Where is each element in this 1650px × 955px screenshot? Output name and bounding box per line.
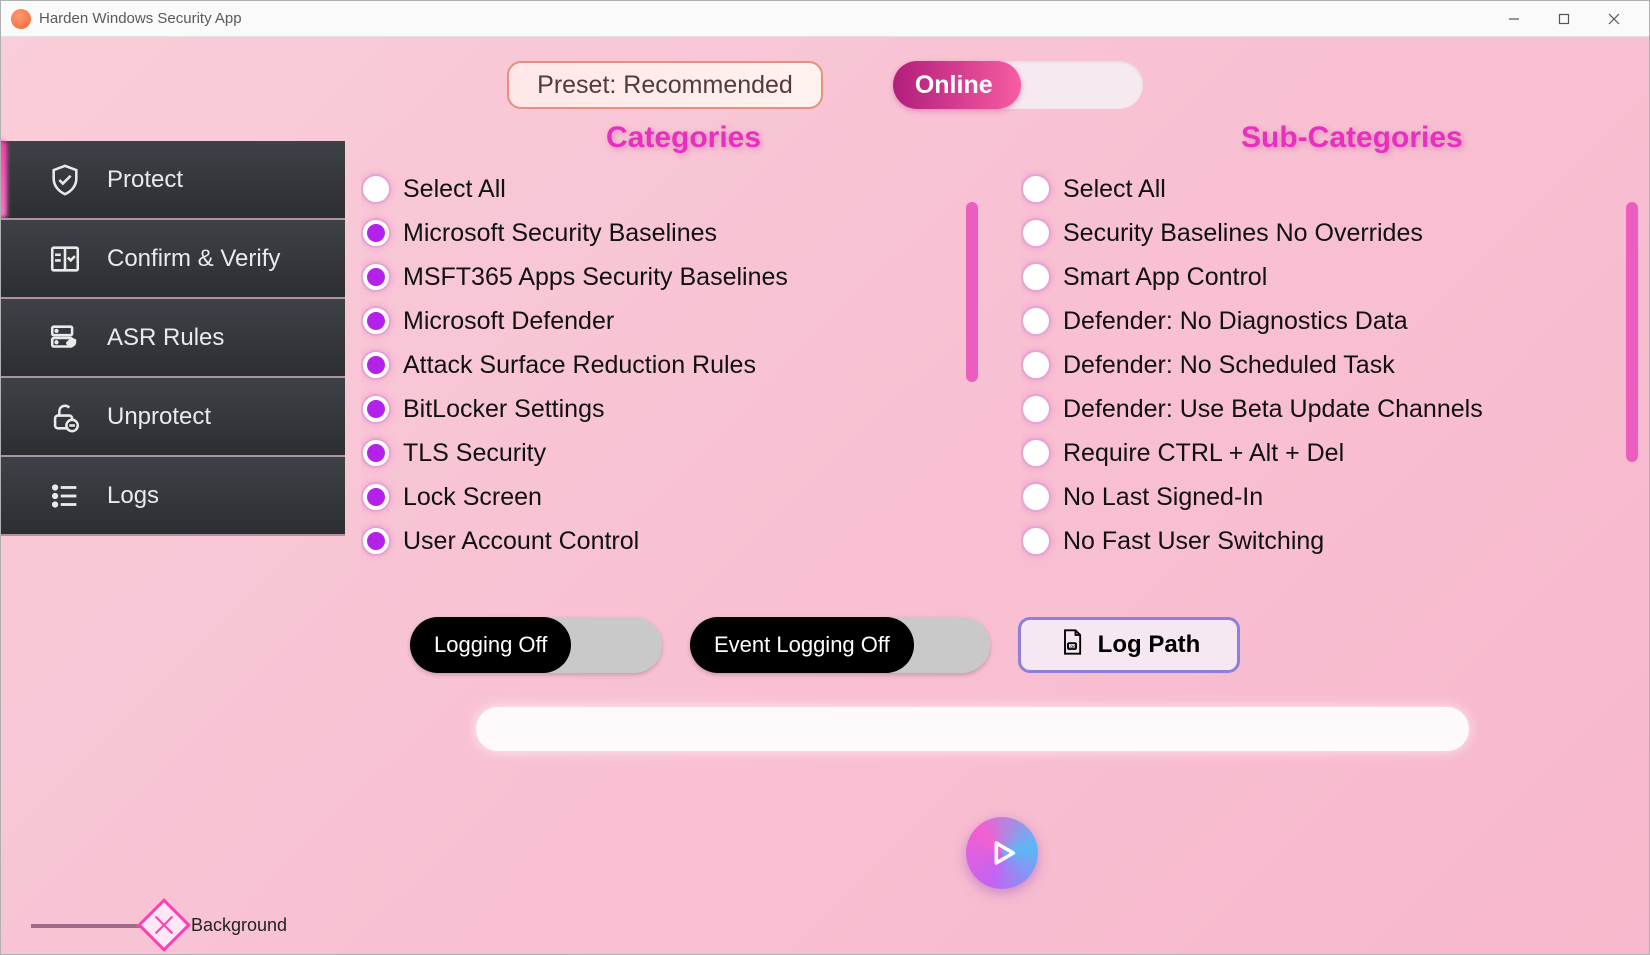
sidebar-item-label: ASR Rules <box>107 324 224 352</box>
radio-icon[interactable] <box>1021 262 1051 292</box>
category-item[interactable]: Attack Surface Reduction Rules <box>361 343 981 387</box>
subcategory-item-label: Defender: No Scheduled Task <box>1063 351 1395 380</box>
subcategory-item[interactable]: Security Baselines No Overrides <box>1021 211 1601 255</box>
subcategories-heading: Sub-Categories <box>1241 121 1463 155</box>
log-file-icon: LOG <box>1058 628 1086 663</box>
radio-icon[interactable] <box>1021 306 1051 336</box>
sidebar: Protect Confirm & Verify ASR Rules Unpro… <box>1 141 345 536</box>
subcategory-item-label: Defender: Use Beta Update Channels <box>1063 395 1483 424</box>
radio-icon[interactable] <box>361 482 391 512</box>
category-item[interactable]: Select All <box>361 167 981 211</box>
progress-bar <box>476 707 1469 751</box>
radio-icon[interactable] <box>361 306 391 336</box>
book-check-icon <box>45 242 85 276</box>
app-icon <box>11 9 31 29</box>
sidebar-item-protect[interactable]: Protect <box>1 141 345 220</box>
log-path-button[interactable]: LOG Log Path <box>1018 617 1240 673</box>
category-item-label: Select All <box>403 175 506 204</box>
sidebar-item-label: Confirm & Verify <box>107 245 280 273</box>
svg-text:LOG: LOG <box>1068 644 1076 648</box>
event-logging-toggle-thumb: Event Logging Off <box>690 617 914 673</box>
category-item[interactable]: MSFT365 Apps Security Baselines <box>361 255 981 299</box>
radio-icon[interactable] <box>361 350 391 380</box>
radio-icon[interactable] <box>361 394 391 424</box>
category-item-label: Attack Surface Reduction Rules <box>403 351 756 380</box>
subcategory-item-label: Require CTRL + Alt + Del <box>1063 439 1344 468</box>
sidebar-item-confirm[interactable]: Confirm & Verify <box>1 220 345 299</box>
subcategory-item[interactable]: Defender: Use Beta Update Channels <box>1021 387 1601 431</box>
subcategory-item-label: Select All <box>1063 175 1166 204</box>
category-item[interactable]: BitLocker Settings <box>361 387 981 431</box>
category-item[interactable]: Lock Screen <box>361 475 981 519</box>
close-button[interactable] <box>1589 1 1639 37</box>
subcategory-item[interactable]: Select All <box>1021 167 1601 211</box>
event-logging-toggle[interactable]: Event Logging Off <box>690 617 990 673</box>
unlock-minus-icon <box>45 400 85 434</box>
sidebar-item-label: Unprotect <box>107 403 211 431</box>
subcategory-item-label: No Last Signed-In <box>1063 483 1263 512</box>
radio-icon[interactable] <box>1021 482 1051 512</box>
list-icon <box>45 479 85 513</box>
category-item-label: Lock Screen <box>403 483 542 512</box>
category-item[interactable]: Microsoft Defender <box>361 299 981 343</box>
category-item-label: Microsoft Security Baselines <box>403 219 717 248</box>
log-path-label: Log Path <box>1098 631 1201 659</box>
radio-icon[interactable] <box>361 218 391 248</box>
radio-icon[interactable] <box>361 526 391 556</box>
online-toggle[interactable]: Online <box>893 61 1143 109</box>
background-opacity-slider[interactable] <box>31 924 169 928</box>
logging-toggle-thumb: Logging Off <box>410 617 571 673</box>
category-item-label: MSFT365 Apps Security Baselines <box>403 263 788 292</box>
category-item-label: BitLocker Settings <box>403 395 605 424</box>
run-button[interactable] <box>966 817 1038 889</box>
sidebar-item-asr[interactable]: ASR Rules <box>1 299 345 378</box>
slider-thumb[interactable] <box>137 898 191 952</box>
sidebar-item-unprotect[interactable]: Unprotect <box>1 378 345 457</box>
sidebar-item-label: Protect <box>107 166 183 194</box>
category-item-label: User Account Control <box>403 527 639 556</box>
radio-icon[interactable] <box>1021 174 1051 204</box>
preset-label: Preset: Recommended <box>537 71 793 100</box>
radio-icon[interactable] <box>1021 218 1051 248</box>
subcategory-item-label: Smart App Control <box>1063 263 1267 292</box>
titlebar: Harden Windows Security App <box>1 1 1649 37</box>
subcategory-item[interactable]: No Fast User Switching <box>1021 519 1601 563</box>
categories-heading: Categories <box>606 121 761 155</box>
sidebar-item-logs[interactable]: Logs <box>1 457 345 536</box>
categories-scrollbar[interactable] <box>966 202 978 382</box>
preset-selector[interactable]: Preset: Recommended <box>507 61 823 109</box>
subcategory-item[interactable]: No Last Signed-In <box>1021 475 1601 519</box>
logging-toggle[interactable]: Logging Off <box>410 617 662 673</box>
subcategory-item[interactable]: Smart App Control <box>1021 255 1601 299</box>
radio-icon[interactable] <box>1021 394 1051 424</box>
category-item[interactable]: TLS Security <box>361 431 981 475</box>
subcategory-item[interactable]: Defender: No Scheduled Task <box>1021 343 1601 387</box>
minimize-button[interactable] <box>1489 1 1539 37</box>
online-toggle-thumb: Online <box>893 61 1021 109</box>
radio-icon[interactable] <box>1021 438 1051 468</box>
subcategory-item-label: Defender: No Diagnostics Data <box>1063 307 1408 336</box>
background-label: Background <box>191 915 287 936</box>
category-item-label: TLS Security <box>403 439 546 468</box>
radio-icon[interactable] <box>361 438 391 468</box>
sidebar-item-label: Logs <box>107 482 159 510</box>
category-item[interactable]: User Account Control <box>361 519 981 563</box>
subcategory-item[interactable]: Require CTRL + Alt + Del <box>1021 431 1601 475</box>
radio-icon[interactable] <box>1021 526 1051 556</box>
server-shield-icon <box>45 321 85 355</box>
category-item[interactable]: Microsoft Security Baselines <box>361 211 981 255</box>
category-item-label: Microsoft Defender <box>403 307 614 336</box>
radio-icon[interactable] <box>361 174 391 204</box>
subcategory-item-label: Security Baselines No Overrides <box>1063 219 1423 248</box>
window-title: Harden Windows Security App <box>39 10 242 27</box>
radio-icon[interactable] <box>1021 350 1051 380</box>
subcategories-list: Select All Security Baselines No Override… <box>1021 167 1601 567</box>
subcategory-item-label: No Fast User Switching <box>1063 527 1324 556</box>
subcategories-scrollbar[interactable] <box>1626 202 1638 462</box>
subcategory-item[interactable]: Defender: No Diagnostics Data <box>1021 299 1601 343</box>
categories-list: Select All Microsoft Security Baselines MS… <box>361 167 981 567</box>
radio-icon[interactable] <box>361 262 391 292</box>
shield-check-icon <box>45 163 85 197</box>
maximize-button[interactable] <box>1539 1 1589 37</box>
